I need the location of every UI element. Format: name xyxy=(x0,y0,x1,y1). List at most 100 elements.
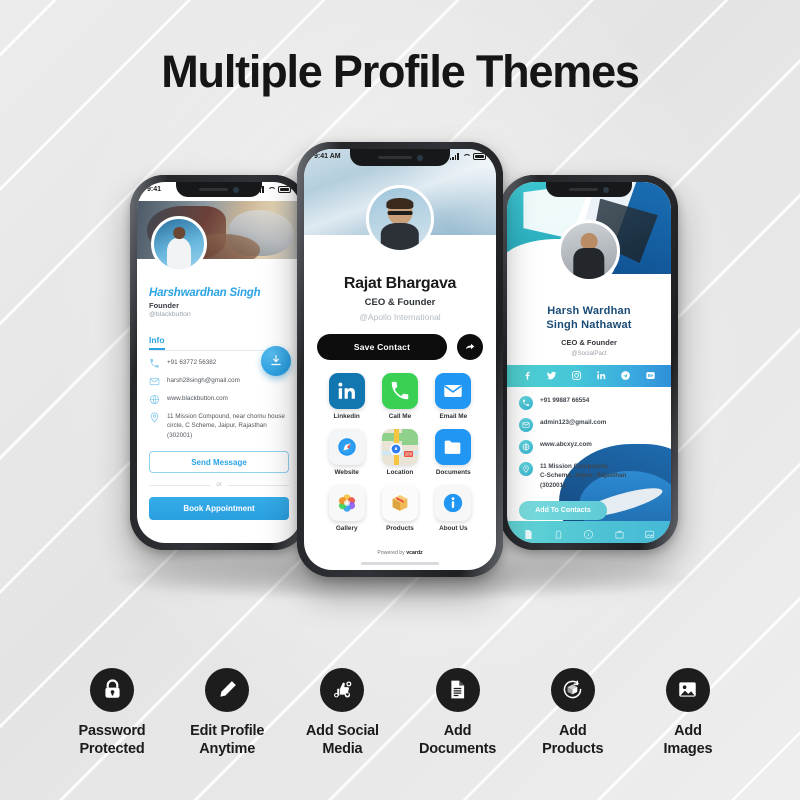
home-indicator xyxy=(361,562,439,565)
list-item[interactable]: www.abcxyz.com xyxy=(519,439,659,454)
book-appointment-label: Book Appointment xyxy=(183,504,255,514)
list-item-text: 11 Mission Compound, C-Scheme, Jaipur, R… xyxy=(540,462,627,490)
info-circle-icon xyxy=(435,485,472,521)
twitter-icon[interactable] xyxy=(546,370,557,381)
list-item[interactable]: 11 Mission Compound, C-Scheme, Jaipur, R… xyxy=(519,461,659,491)
save-contact-button[interactable]: Save Contact xyxy=(317,334,447,360)
list-item-text: www.abcxyz.com xyxy=(540,440,592,448)
powered-by: Powered by vcardz xyxy=(304,550,496,556)
grid-item-label: Linkedin xyxy=(333,413,360,420)
grid-item-website[interactable]: Website xyxy=(320,429,373,476)
phone-right-screen: Harsh Wardhan Singh Nathawat CEO & Found… xyxy=(507,182,671,543)
feature-add-images: Add Images xyxy=(632,667,744,758)
add-to-contacts-button[interactable]: Add To Contacts xyxy=(519,500,607,520)
image-icon xyxy=(679,682,697,697)
package-icon-badge xyxy=(550,667,595,712)
or-label: or xyxy=(216,482,222,489)
list-item[interactable]: www.blackbutton.com xyxy=(149,394,289,405)
email-icon xyxy=(149,376,160,387)
list-item[interactable]: 11 Mission Compound, near chomu house ci… xyxy=(149,412,289,440)
phone-icon xyxy=(381,373,418,409)
list-item-text: 11 Mission Compound, near chomu house ci… xyxy=(167,413,285,439)
feature-password-protected: Password Protected xyxy=(56,667,168,758)
document-icon xyxy=(451,680,465,699)
grid-item-linkedin[interactable]: Linkedin xyxy=(320,373,373,420)
document-icon[interactable] xyxy=(523,527,534,539)
grid-item-location[interactable]: 280 Location xyxy=(373,429,426,476)
phone-right: Harsh Wardhan Singh Nathawat CEO & Found… xyxy=(500,175,678,550)
download-button[interactable] xyxy=(261,346,291,376)
email-icon xyxy=(519,417,533,432)
linkedin-icon xyxy=(328,373,365,409)
list-item-text: +91 63772 56382 xyxy=(167,359,217,366)
profile-role: Founder xyxy=(149,301,179,310)
book-appointment-button[interactable]: Book Appointment xyxy=(149,497,289,521)
grid-item-label: Products xyxy=(386,525,414,532)
location-icon xyxy=(519,461,533,476)
instagram-icon[interactable] xyxy=(571,370,582,381)
profile-block: Harsh Wardhan Singh Nathawat CEO & Found… xyxy=(507,274,671,357)
svg-text:280: 280 xyxy=(405,452,413,457)
camera-icon xyxy=(603,186,610,193)
send-message-button[interactable]: Send Message xyxy=(149,451,289,474)
grid-item-label: Website xyxy=(334,469,359,476)
status-bar: 9:41 AM xyxy=(304,149,496,160)
grid-item-products[interactable]: Products xyxy=(373,485,426,532)
pencil-icon xyxy=(220,681,236,697)
info-icon[interactable] xyxy=(583,527,594,539)
phone-center: 9:41 AM Rajat Bhargava CEO & Founder @Ap… xyxy=(297,142,503,577)
list-item-text: harsh28singh@gmail.com xyxy=(167,377,240,384)
profile-name: Harsh Wardhan Singh Nathawat xyxy=(546,305,632,332)
page-title: Multiple Profile Themes xyxy=(161,46,640,97)
grid-item-label: Gallery xyxy=(335,525,358,532)
location-icon xyxy=(149,412,160,423)
grid-item-documents[interactable]: Documents xyxy=(427,429,480,476)
feature-add-social-media: Add Social Media xyxy=(286,667,398,758)
share-button[interactable] xyxy=(457,334,483,360)
behance-icon[interactable]: Be xyxy=(645,370,656,381)
profile-handle: @blackbutton xyxy=(149,311,191,318)
status-bar: 9:41 xyxy=(137,182,301,193)
image-icon[interactable] xyxy=(644,527,655,538)
send-message-label: Send Message xyxy=(191,457,247,467)
list-item[interactable]: +91 99887 66554 xyxy=(519,395,659,410)
facebook-icon[interactable] xyxy=(522,370,533,381)
phone-left-screen: 9:41 Harshwardhan Singh Founder @blackbu… xyxy=(137,182,301,543)
list-item[interactable]: harsh28singh@gmail.com xyxy=(149,376,289,387)
phone-center-screen: 9:41 AM Rajat Bhargava CEO & Founder @Ap… xyxy=(304,149,496,570)
feature-add-documents: Add Documents xyxy=(402,667,514,758)
profile-handle: @Apollo International xyxy=(359,312,441,322)
globe-icon xyxy=(149,394,160,405)
battery-icon xyxy=(473,153,486,160)
list-item[interactable]: admin123@gmail.com xyxy=(519,417,659,432)
action-row: Save Contact xyxy=(304,334,496,360)
status-time: 9:41 xyxy=(147,186,162,193)
telegram-icon[interactable] xyxy=(620,370,631,381)
grid-item-about[interactable]: About Us xyxy=(427,485,480,532)
profile-block: Harshwardhan Singh Founder @blackbutton xyxy=(137,281,301,318)
tab-info-label: Info xyxy=(149,335,165,350)
info-list: +91 99887 66554 admin123@gmail.com www.a… xyxy=(507,387,671,491)
notch xyxy=(546,182,632,197)
list-item-text: +91 99887 66554 xyxy=(540,396,590,404)
box-icon xyxy=(381,485,418,521)
grid-item-gallery[interactable]: Gallery xyxy=(320,485,373,532)
grid-item-call[interactable]: Call Me xyxy=(373,373,426,420)
svg-text:Be: Be xyxy=(648,373,654,378)
safari-compass-icon xyxy=(328,429,365,465)
grid-item-email[interactable]: Email Me xyxy=(427,373,480,420)
feature-label: Password Protected xyxy=(78,722,146,757)
bag-icon[interactable] xyxy=(614,527,625,539)
avatar xyxy=(151,216,207,272)
phone-icon xyxy=(149,358,160,369)
download-icon xyxy=(271,355,281,366)
wifi-icon xyxy=(267,186,275,193)
social-icon xyxy=(333,681,352,698)
grid-item-label: Location xyxy=(386,469,414,476)
tag-icon[interactable] xyxy=(553,527,564,539)
linkedin-icon[interactable] xyxy=(596,370,607,381)
feature-strip: Password Protected Edit Profile Anytime xyxy=(0,667,800,758)
powered-prefix: Powered by xyxy=(377,550,407,556)
app-grid: Linkedin Call Me Email Me Website 280 Lo… xyxy=(304,373,496,532)
status-time: 9:41 AM xyxy=(314,153,341,160)
